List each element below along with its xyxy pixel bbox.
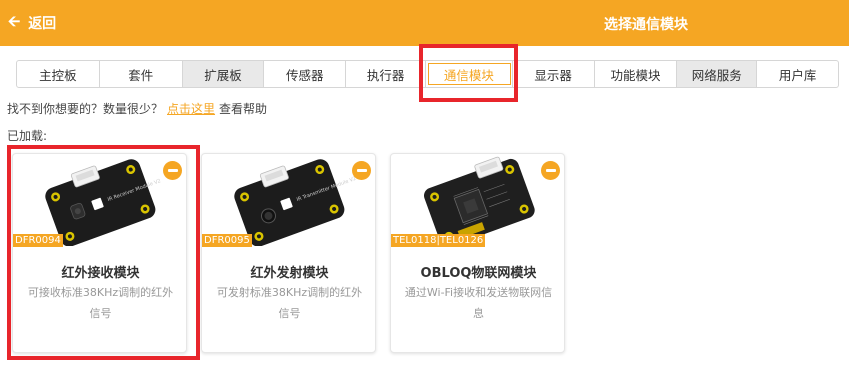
module-card-ir-transmitter[interactable]: IR Transmitter Module V2 DFR0095 红外发射模块 … (201, 153, 376, 353)
tab-label: 传感器 (286, 67, 324, 83)
category-tabs: 主控板 套件 扩展板 传感器 执行器 通信模块 显示器 功能模块 网络服务 用户… (16, 60, 839, 88)
sku-badge: DFR0095 (202, 234, 252, 247)
tab-label: 执行器 (366, 67, 405, 83)
tab-function-modules[interactable]: 功能模块 (595, 61, 678, 87)
sku-badge: TEL0118|TEL0126 (391, 234, 486, 247)
page-title: 选择通信模块 (604, 17, 688, 33)
module-card-ir-receiver[interactable]: IR Receiver Module V2 DFR0094 红外接收模块 可接收… (12, 153, 187, 353)
tab-label: 扩展板 (204, 67, 242, 83)
tab-label: 主控板 (39, 67, 77, 83)
remove-module-icon[interactable] (541, 161, 560, 180)
help-line: 找不到你想要的？数量很少？ 点击这里 查看帮助 (7, 100, 267, 117)
card-description: 通过Wi-Fi接收和发送物联网信息 (404, 286, 553, 320)
tab-label: 显示器 (534, 67, 572, 83)
tab-communication-modules[interactable]: 通信模块 (426, 61, 513, 87)
tab-label: 通信模块 (443, 67, 494, 83)
card-title: 红外接收模块 (61, 266, 140, 281)
tab-actuators[interactable]: 执行器 (346, 61, 426, 87)
tab-network-services[interactable]: 网络服务 (677, 61, 758, 87)
obloq-board-image (424, 156, 535, 246)
ir-receiver-board-image: IR Receiver Module V2 (45, 159, 162, 246)
tab-label: 用户库 (778, 67, 817, 83)
card-description: 可接收标准38KHz调制的红外信号 (27, 286, 174, 320)
loaded-label: 已加载: (7, 129, 48, 143)
back-label: 返回 (28, 16, 57, 32)
tab-main-board[interactable]: 主控板 (17, 61, 100, 87)
tab-kits[interactable]: 套件 (100, 61, 183, 87)
card-title: OBLOQ物联网模块 (420, 266, 537, 281)
back-arrow-icon: 🡨 (8, 11, 21, 30)
card-title: 红外发射模块 (250, 266, 329, 281)
tab-label: 功能模块 (610, 67, 661, 83)
remove-module-icon[interactable] (163, 161, 182, 180)
card-description: 可发射标准38KHz调制的红外信号 (216, 286, 363, 320)
tab-expansion-board[interactable]: 扩展板 (182, 61, 265, 87)
remove-module-icon[interactable] (352, 161, 371, 180)
help-link[interactable]: 点击这里 (167, 102, 215, 116)
tab-sensors[interactable]: 传感器 (264, 61, 347, 87)
module-card-obloq[interactable]: TEL0118|TEL0126 OBLOQ物联网模块 通过Wi-Fi接收和发送物… (390, 153, 565, 353)
ir-transmitter-board-image: IR Transmitter Module V2 (234, 159, 357, 246)
tab-user-library[interactable]: 用户库 (757, 61, 838, 87)
sku-badge: DFR0094 (13, 234, 63, 247)
tab-label: 套件 (128, 67, 154, 83)
help-suffix: 查看帮助 (219, 102, 268, 116)
top-bar: 🡨 返回 选择通信模块 (0, 0, 849, 46)
tab-displays[interactable]: 显示器 (513, 61, 595, 87)
back-button[interactable]: 🡨 返回 (8, 12, 56, 34)
help-prefix: 找不到你想要的？数量很少？ (7, 102, 164, 116)
tab-label: 网络服务 (691, 67, 742, 83)
